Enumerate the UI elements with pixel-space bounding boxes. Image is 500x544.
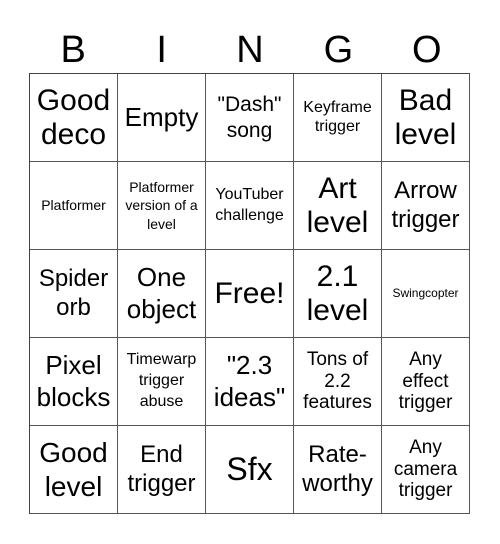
header-letter-g: G: [323, 29, 354, 71]
bingo-cell[interactable]: "2.3 ideas": [206, 338, 294, 426]
bingo-cell[interactable]: Empty: [118, 74, 206, 162]
bingo-cell[interactable]: Any effect trigger: [382, 338, 470, 426]
bingo-cell[interactable]: Arrow trigger: [382, 162, 470, 250]
bingo-cell[interactable]: Good deco: [30, 74, 118, 162]
bingo-cell[interactable]: Any camera trigger: [382, 426, 470, 514]
bingo-cell[interactable]: One object: [118, 250, 206, 338]
bingo-cell[interactable]: Art level: [294, 162, 382, 250]
bingo-header: B I N G O: [29, 28, 471, 72]
bingo-cell[interactable]: Good level: [30, 426, 118, 514]
bingo-cell[interactable]: Bad level: [382, 74, 470, 162]
bingo-cell[interactable]: YouTuber challenge: [206, 162, 294, 250]
bingo-cell[interactable]: Tons of 2.2 features: [294, 338, 382, 426]
bingo-cell[interactable]: Keyframe trigger: [294, 74, 382, 162]
bingo-cell[interactable]: "Dash" song: [206, 74, 294, 162]
header-letter-n: N: [236, 29, 264, 71]
header-letter-o: O: [412, 29, 442, 71]
bingo-cell[interactable]: Platformer: [30, 162, 118, 250]
bingo-cell[interactable]: Pixel blocks: [30, 338, 118, 426]
bingo-cell[interactable]: Platformer version of a level: [118, 162, 206, 250]
bingo-cell[interactable]: Sfx: [206, 426, 294, 514]
bingo-cell[interactable]: Timewarp trigger abuse: [118, 338, 206, 426]
header-letter-i: I: [156, 29, 167, 71]
bingo-cell[interactable]: Spider orb: [30, 250, 118, 338]
bingo-cell[interactable]: End trigger: [118, 426, 206, 514]
bingo-cell[interactable]: Swingcopter: [382, 250, 470, 338]
bingo-cell[interactable]: Rate-worthy: [294, 426, 382, 514]
header-letter-b: B: [60, 29, 86, 71]
bingo-grid: Good deco Empty "Dash" song Keyframe tri…: [29, 73, 470, 514]
free-space-cell[interactable]: Free!: [206, 250, 294, 338]
bingo-cell[interactable]: 2.1 level: [294, 250, 382, 338]
